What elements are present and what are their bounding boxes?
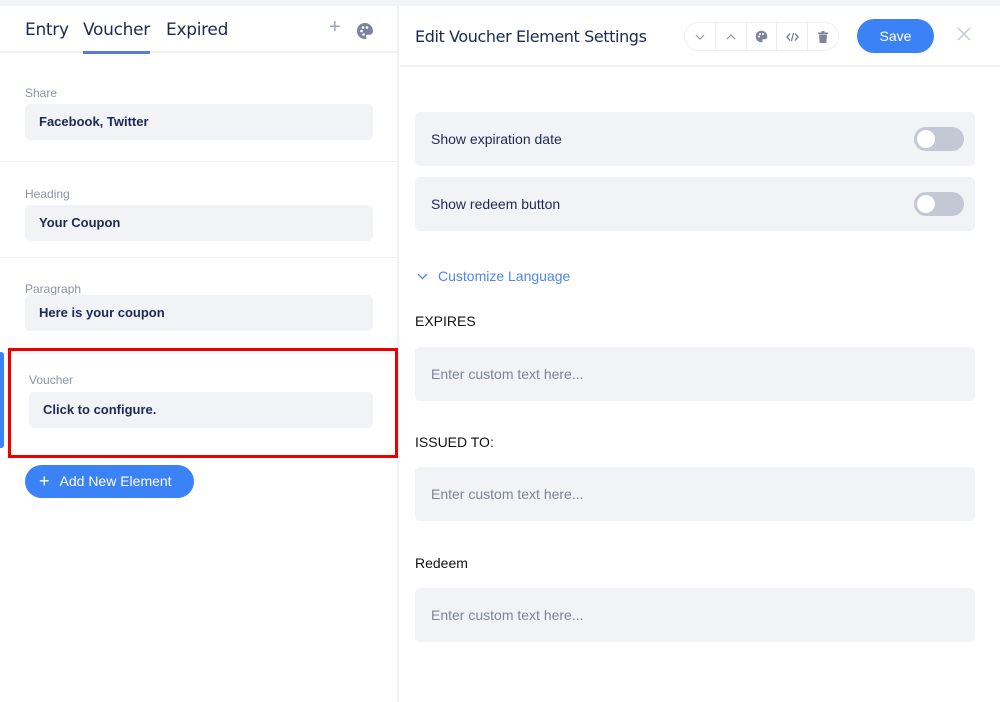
tab-entry[interactable]: Entry — [25, 20, 69, 40]
element-value[interactable]: Facebook, Twitter — [25, 104, 373, 140]
element-block-share[interactable]: Share Facebook, Twitter — [0, 52, 397, 162]
selected-indicator — [0, 352, 4, 448]
issued-to-label: ISSUED TO: — [415, 434, 494, 450]
expires-label: EXPIRES — [415, 313, 476, 329]
close-icon[interactable] — [956, 26, 972, 42]
show-expiration-toggle[interactable] — [914, 127, 964, 151]
toggle-knob — [917, 130, 935, 148]
toggle-row-expiration: Show expiration date — [415, 112, 975, 166]
add-new-element-button[interactable]: + Add New Element — [25, 465, 194, 498]
settings-panel: Edit Voucher Element Settings Save Show … — [400, 6, 1000, 702]
customize-language-toggle[interactable]: Customize Language — [417, 268, 570, 284]
toggle-knob — [917, 195, 935, 213]
element-label: Share — [25, 86, 58, 100]
palette-icon — [755, 30, 768, 43]
issued-to-input[interactable] — [415, 467, 975, 521]
tab-expired[interactable]: Expired — [166, 20, 228, 40]
plus-icon[interactable]: + — [329, 16, 341, 39]
redeem-input[interactable] — [415, 588, 975, 642]
trash-icon — [818, 30, 829, 43]
chevron-up-icon — [726, 33, 736, 39]
element-value[interactable]: Here is your coupon — [25, 295, 373, 331]
delete-button[interactable] — [808, 23, 838, 50]
add-new-element-label: Add New Element — [59, 473, 172, 489]
element-value[interactable]: Your Coupon — [25, 205, 373, 241]
element-label: Paragraph — [25, 282, 82, 296]
tab-voucher[interactable]: Voucher — [83, 20, 150, 54]
element-block-paragraph[interactable]: Paragraph Here is your coupon — [0, 258, 397, 354]
code-button[interactable] — [777, 23, 809, 50]
expires-input[interactable] — [415, 347, 975, 401]
move-down-button[interactable] — [685, 23, 716, 50]
element-block-voucher[interactable]: Voucher Click to configure. — [8, 348, 398, 458]
toggle-label: Show redeem button — [431, 196, 561, 212]
toggle-row-redeem: Show redeem button — [415, 177, 975, 231]
element-toolbar — [684, 22, 839, 51]
settings-header: Edit Voucher Element Settings Save — [400, 6, 1000, 67]
show-redeem-toggle[interactable] — [914, 192, 964, 216]
element-label: Heading — [25, 187, 70, 201]
page-title: Edit Voucher Element Settings — [415, 27, 647, 46]
code-icon — [785, 32, 799, 41]
style-button[interactable] — [747, 23, 778, 50]
elements-panel: Entry Voucher Expired + Share Facebook, … — [0, 6, 399, 702]
move-up-button[interactable] — [716, 23, 747, 50]
toggle-label: Show expiration date — [431, 131, 562, 147]
element-label: Voucher — [29, 373, 74, 387]
redeem-label: Redeem — [415, 555, 468, 571]
chevron-down-icon — [695, 34, 705, 40]
tab-bar: Entry Voucher Expired + — [0, 6, 397, 54]
plus-icon: + — [39, 471, 50, 491]
customize-language-label: Customize Language — [438, 268, 571, 284]
element-block-heading[interactable]: Heading Your Coupon — [0, 162, 397, 258]
chevron-down-icon — [417, 273, 428, 279]
element-value[interactable]: Click to configure. — [29, 392, 373, 428]
palette-icon[interactable] — [356, 22, 374, 40]
save-button[interactable]: Save — [857, 19, 934, 53]
